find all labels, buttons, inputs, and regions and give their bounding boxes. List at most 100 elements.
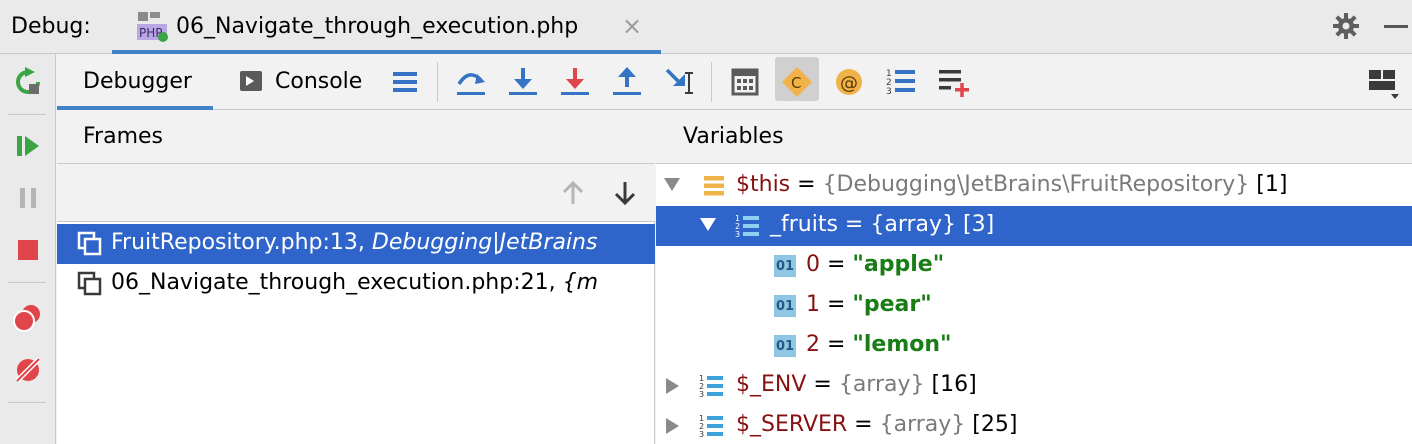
evaluate-expression-icon[interactable] xyxy=(727,64,763,100)
variable-row[interactable]: 01 0 = "apple" xyxy=(656,246,1412,286)
array-icon: 1 2 3 xyxy=(699,414,723,439)
arrow-down-icon[interactable] xyxy=(611,178,639,208)
variable-text: _fruits = {array} [3] xyxy=(770,212,994,237)
frame-icon xyxy=(77,271,102,296)
frame-location: FruitRepository.php:13, xyxy=(111,230,365,255)
variable-name: 2 xyxy=(806,332,820,357)
array-icon: 1 2 3 xyxy=(699,374,723,399)
variable-text: 0 = "apple" xyxy=(806,252,944,277)
toolbar-divider xyxy=(8,282,46,283)
tab-console[interactable]: Console xyxy=(237,54,377,110)
minimize-icon[interactable] xyxy=(1384,25,1408,28)
toolbar-divider xyxy=(711,62,712,102)
string-value: "apple" xyxy=(852,252,945,277)
variables-header: Variables xyxy=(656,110,1412,164)
frames-navigation xyxy=(57,164,655,222)
expanded-triangle-icon[interactable] xyxy=(664,178,680,191)
debugger-toolbar: Debugger Console C @ 1 2 3 xyxy=(57,54,1412,110)
variable-count: [25] xyxy=(965,412,1018,437)
variable-text: $_ENV = {array} [16] xyxy=(736,372,977,397)
string-value: "lemon" xyxy=(852,332,952,357)
toolbar-divider xyxy=(437,62,438,102)
variable-count: [16] xyxy=(924,372,977,397)
view-breakpoints-icon[interactable] xyxy=(12,302,44,334)
resume-icon[interactable] xyxy=(12,130,44,162)
string-value: "pear" xyxy=(852,292,932,317)
debug-titlebar: Debug: PHP 06_Navigate_through_execution… xyxy=(0,0,1412,54)
stop-icon[interactable] xyxy=(12,234,44,266)
equals-sign: = xyxy=(820,332,853,357)
frame-context: {m xyxy=(562,270,599,295)
equals-sign: = xyxy=(837,212,871,237)
magic-constants-icon[interactable]: @ xyxy=(831,64,867,100)
step-into-icon[interactable] xyxy=(505,64,541,100)
pause-icon[interactable] xyxy=(12,182,44,214)
debug-label: Debug: xyxy=(11,14,91,39)
arrow-up-icon[interactable] xyxy=(559,178,587,208)
layout-icon[interactable] xyxy=(1365,64,1401,100)
show-execution-point-icon[interactable] xyxy=(387,64,423,100)
variable-type: {array} xyxy=(870,212,957,237)
expanded-triangle-icon[interactable] xyxy=(700,218,716,231)
equals-sign: = xyxy=(806,372,839,397)
variables-title: Variables xyxy=(683,124,784,149)
variable-type: {Debugging\JetBrains\FruitRepository} xyxy=(822,172,1250,197)
rerun-icon[interactable] xyxy=(12,66,44,98)
variable-row[interactable]: 1 2 3 _fruits = {array} [3] xyxy=(656,206,1412,246)
gear-icon[interactable] xyxy=(1332,12,1360,40)
object-field-icon xyxy=(704,176,724,196)
collapsed-triangle-icon[interactable] xyxy=(666,378,679,394)
toolbar-divider xyxy=(8,402,46,403)
step-over-icon[interactable] xyxy=(453,64,489,100)
variable-name: $this xyxy=(736,172,791,197)
variable-text: $_SERVER = {array} [25] xyxy=(736,412,1017,437)
svg-text:C: C xyxy=(791,74,801,92)
svg-text:3: 3 xyxy=(886,87,892,97)
variable-type: {array} xyxy=(838,372,925,397)
run-tab[interactable]: PHP 06_Navigate_through_execution.php × xyxy=(112,0,661,54)
variable-row[interactable]: 1 2 3 $_ENV = {array} [16] xyxy=(656,366,1412,406)
console-icon xyxy=(240,71,262,91)
variable-type: {array} xyxy=(879,412,966,437)
variables-panel: Variables $this = {Debugging\JetBrains\F… xyxy=(656,110,1412,444)
variable-row[interactable]: 01 2 = "lemon" xyxy=(656,326,1412,366)
frame-row[interactable]: 06_Navigate_through_execution.php:21, {m xyxy=(57,264,655,304)
run-tab-title: 06_Navigate_through_execution.php xyxy=(176,14,579,39)
variable-name: 1 xyxy=(806,292,820,317)
run-to-cursor-icon[interactable] xyxy=(661,64,697,100)
php-file-icon: PHP xyxy=(137,12,168,42)
frame-icon xyxy=(77,231,102,256)
equals-sign: = xyxy=(820,292,853,317)
frame-location: 06_Navigate_through_execution.php:21, xyxy=(111,270,556,295)
tab-debugger-label: Debugger xyxy=(83,69,192,94)
collapsed-triangle-icon[interactable] xyxy=(666,418,679,434)
variable-text: 2 = "lemon" xyxy=(806,332,952,357)
variable-row[interactable]: $this = {Debugging\JetBrains\FruitReposi… xyxy=(656,166,1412,206)
frame-row[interactable]: FruitRepository.php:13, Debugging|JetBra… xyxy=(57,224,655,264)
primitive-icon: 01 xyxy=(774,255,796,277)
title-actions xyxy=(1312,0,1412,54)
svg-text:3: 3 xyxy=(699,430,704,439)
tab-debugger[interactable]: Debugger xyxy=(57,54,213,110)
variable-name: 0 xyxy=(806,252,820,277)
frame-text: 06_Navigate_through_execution.php:21, {m xyxy=(111,270,598,295)
variable-row[interactable]: 1 2 3 $_SERVER = {array} [25] xyxy=(656,406,1412,444)
svg-text:3: 3 xyxy=(735,230,740,239)
step-out-icon[interactable] xyxy=(609,64,645,100)
equals-sign: = xyxy=(790,172,823,197)
array-icon: 1 2 3 xyxy=(735,214,759,239)
mute-breakpoints-icon[interactable] xyxy=(12,354,44,386)
force-step-into-icon[interactable] xyxy=(557,64,593,100)
close-icon[interactable]: × xyxy=(622,12,642,40)
class-constants-icon[interactable]: C xyxy=(779,64,815,100)
svg-text:3: 3 xyxy=(699,390,704,399)
array-icon[interactable]: 1 2 3 xyxy=(883,64,919,100)
tab-console-label: Console xyxy=(275,69,363,94)
variable-row[interactable]: 01 1 = "pear" xyxy=(656,286,1412,326)
frames-title: Frames xyxy=(83,124,164,149)
variable-name: $_SERVER xyxy=(736,412,848,437)
add-watch-icon[interactable] xyxy=(935,64,971,100)
variable-text: 1 = "pear" xyxy=(806,292,932,317)
frame-text: FruitRepository.php:13, Debugging|JetBra… xyxy=(111,230,597,255)
variable-name: $_ENV xyxy=(736,372,807,397)
